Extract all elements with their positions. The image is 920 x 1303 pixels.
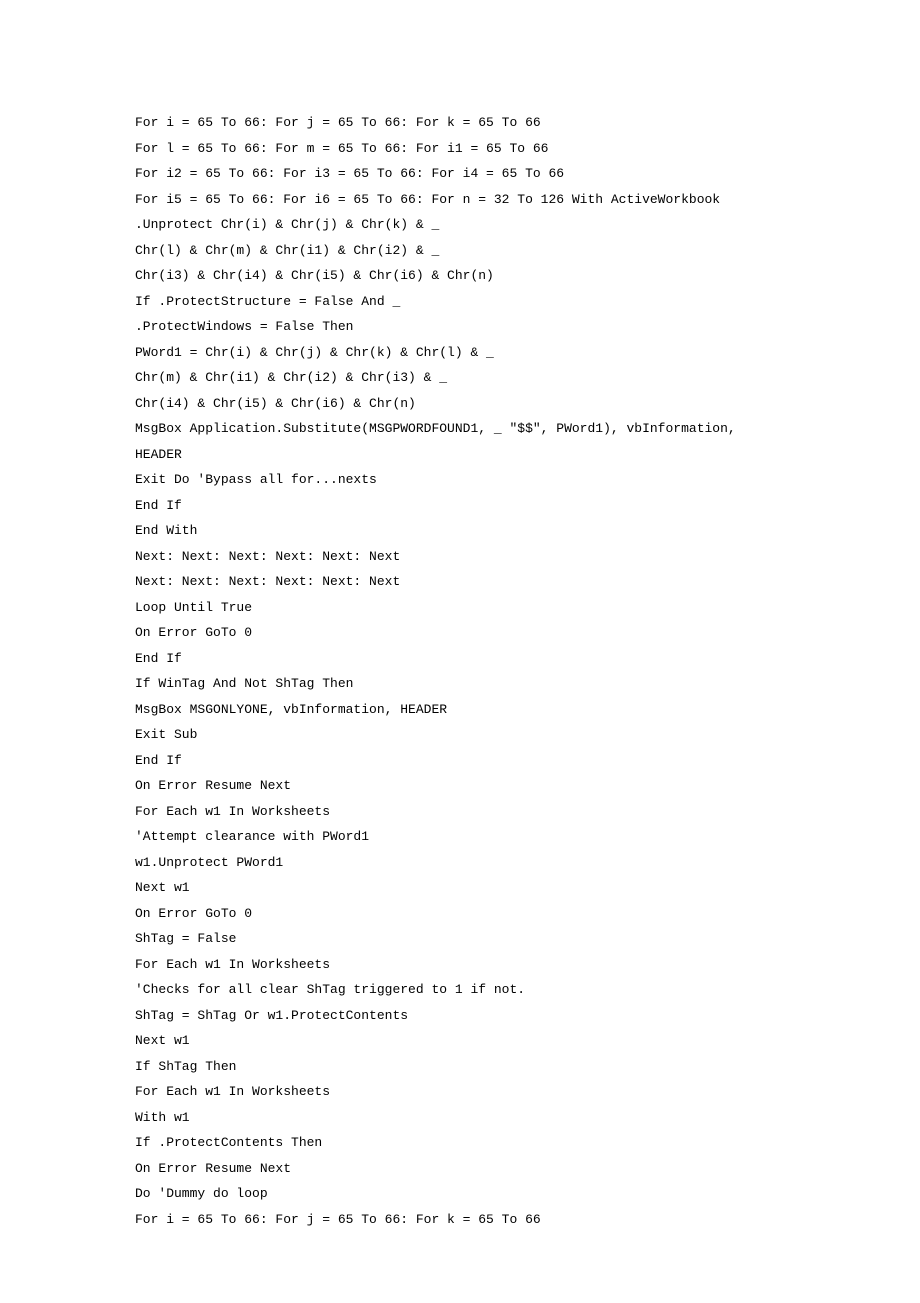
code-line: Exit Do 'Bypass all for...nexts <box>135 467 785 493</box>
code-line: Next w1 <box>135 1028 785 1054</box>
code-line: If WinTag And Not ShTag Then <box>135 671 785 697</box>
code-line: For l = 65 To 66: For m = 65 To 66: For … <box>135 136 785 162</box>
code-line: On Error Resume Next <box>135 1156 785 1182</box>
code-line: .Unprotect Chr(i) & Chr(j) & Chr(k) & _ <box>135 212 785 238</box>
code-line: On Error GoTo 0 <box>135 901 785 927</box>
code-line: End If <box>135 646 785 672</box>
code-line: MsgBox MSGONLYONE, vbInformation, HEADER <box>135 697 785 723</box>
code-line: End If <box>135 493 785 519</box>
code-line: End With <box>135 518 785 544</box>
code-line: ShTag = False <box>135 926 785 952</box>
code-line: Next: Next: Next: Next: Next: Next <box>135 544 785 570</box>
code-line: Chr(l) & Chr(m) & Chr(i1) & Chr(i2) & _ <box>135 238 785 264</box>
code-line: 'Attempt clearance with PWord1 <box>135 824 785 850</box>
code-line: For i5 = 65 To 66: For i6 = 65 To 66: Fo… <box>135 187 785 213</box>
code-line: MsgBox Application.Substitute(MSGPWORDFO… <box>135 416 785 442</box>
code-line: If .ProtectStructure = False And _ <box>135 289 785 315</box>
code-line: Loop Until True <box>135 595 785 621</box>
code-line: Chr(i4) & Chr(i5) & Chr(i6) & Chr(n) <box>135 391 785 417</box>
code-line: Next w1 <box>135 875 785 901</box>
code-line: For Each w1 In Worksheets <box>135 1079 785 1105</box>
code-line: End If <box>135 748 785 774</box>
code-line: With w1 <box>135 1105 785 1131</box>
code-document-page: For i = 65 To 66: For j = 65 To 66: For … <box>0 0 920 1292</box>
code-line: If .ProtectContents Then <box>135 1130 785 1156</box>
code-line: For Each w1 In Worksheets <box>135 799 785 825</box>
code-line: On Error GoTo 0 <box>135 620 785 646</box>
code-line: Next: Next: Next: Next: Next: Next <box>135 569 785 595</box>
code-line: For Each w1 In Worksheets <box>135 952 785 978</box>
code-line: HEADER <box>135 442 785 468</box>
code-line: ShTag = ShTag Or w1.ProtectContents <box>135 1003 785 1029</box>
code-line: PWord1 = Chr(i) & Chr(j) & Chr(k) & Chr(… <box>135 340 785 366</box>
code-line: For i = 65 To 66: For j = 65 To 66: For … <box>135 1207 785 1233</box>
code-line: Do 'Dummy do loop <box>135 1181 785 1207</box>
code-line: For i2 = 65 To 66: For i3 = 65 To 66: Fo… <box>135 161 785 187</box>
code-line: Chr(m) & Chr(i1) & Chr(i2) & Chr(i3) & _ <box>135 365 785 391</box>
code-line: On Error Resume Next <box>135 773 785 799</box>
code-line: w1.Unprotect PWord1 <box>135 850 785 876</box>
code-line: Exit Sub <box>135 722 785 748</box>
code-line: Chr(i3) & Chr(i4) & Chr(i5) & Chr(i6) & … <box>135 263 785 289</box>
code-line: .ProtectWindows = False Then <box>135 314 785 340</box>
code-line: If ShTag Then <box>135 1054 785 1080</box>
code-line: For i = 65 To 66: For j = 65 To 66: For … <box>135 110 785 136</box>
code-line: 'Checks for all clear ShTag triggered to… <box>135 977 785 1003</box>
